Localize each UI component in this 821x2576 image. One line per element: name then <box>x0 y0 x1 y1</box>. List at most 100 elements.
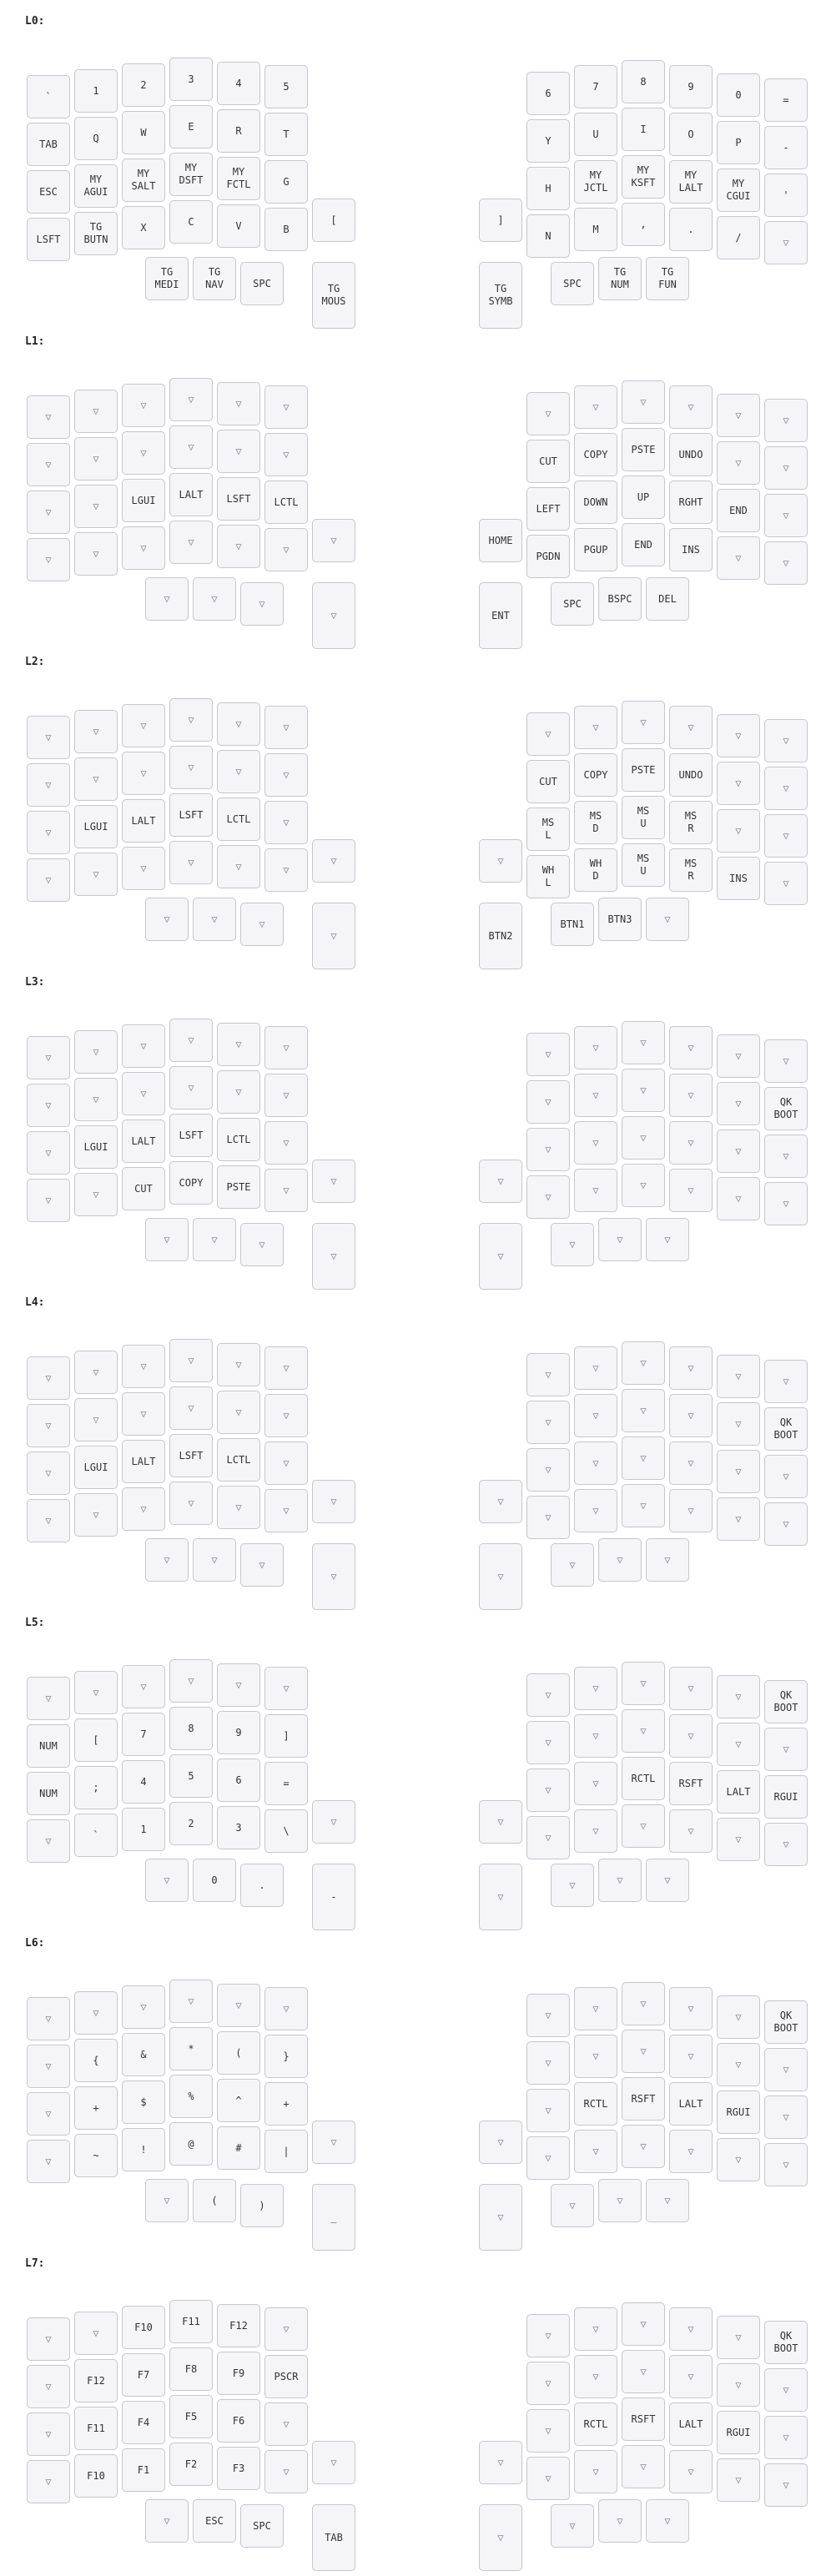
transparent-key: ▽ <box>526 2362 570 2405</box>
transparent-key: ▽ <box>764 1182 808 1225</box>
keycap: I <box>622 108 665 151</box>
keycap: CUT <box>122 1167 165 1210</box>
transparent-key: ▽ <box>764 2096 808 2139</box>
keycap: SPC <box>240 262 284 305</box>
layer-title: L5: <box>25 1617 45 1629</box>
transparent-key: ▽ <box>122 1985 165 2029</box>
transparent-key: ▽ <box>574 1809 617 1853</box>
keycap: [ <box>74 1718 118 1762</box>
transparent-key: ▽ <box>27 1819 70 1863</box>
transparent-key: ▽ <box>27 763 70 807</box>
transparent-key: ▽ <box>526 392 570 435</box>
transparent-key: ▽ <box>264 848 308 892</box>
transparent-key: ▽ <box>27 1997 70 2040</box>
keycap: QK BOOT <box>764 2321 808 2364</box>
transparent-key: ▽ <box>574 2035 617 2078</box>
transparent-key: ▽ <box>574 2450 617 2493</box>
transparent-key: ▽ <box>479 1223 522 1290</box>
transparent-key: ▽ <box>27 716 70 759</box>
transparent-key: ▽ <box>217 702 260 746</box>
keycap: LCTL <box>217 1118 260 1161</box>
keycap: LSFT <box>169 793 213 837</box>
keycap: PSTE <box>622 748 665 792</box>
transparent-key: ▽ <box>551 2504 594 2548</box>
keycap: ( <box>217 2031 260 2075</box>
keycap: ESC <box>27 170 70 214</box>
transparent-key: ▽ <box>717 809 760 853</box>
transparent-key: ▽ <box>764 2048 808 2091</box>
keycap: 3 <box>217 1806 260 1849</box>
keycap: { <box>74 2039 118 2082</box>
transparent-key: ▽ <box>646 1538 689 1582</box>
transparent-key: ▽ <box>145 2499 189 2543</box>
transparent-key: ▽ <box>217 430 260 473</box>
transparent-key: ▽ <box>669 706 713 749</box>
keycap: 8 <box>169 1707 213 1750</box>
transparent-key: ▽ <box>217 1070 260 1114</box>
keycap: / <box>717 216 760 259</box>
keycap: . <box>240 1864 284 1907</box>
transparent-key: ▽ <box>122 752 165 795</box>
keycap: F7 <box>122 2353 165 2397</box>
transparent-key: ▽ <box>622 2350 665 2393</box>
transparent-key: ▽ <box>526 1721 570 1764</box>
keycap: LCTL <box>264 480 308 524</box>
transparent-key: ▽ <box>526 1673 570 1717</box>
layer-title: L6: <box>25 1937 45 1950</box>
keycap: COPY <box>574 753 617 797</box>
transparent-key: ▽ <box>74 2312 118 2355</box>
transparent-key: ▽ <box>122 1665 165 1708</box>
transparent-key: ▽ <box>312 2441 355 2484</box>
transparent-key: ▽ <box>312 2121 355 2164</box>
transparent-key: ▽ <box>669 2355 713 2398</box>
keycap: F11 <box>169 2300 213 2343</box>
transparent-key: ▽ <box>717 1402 760 1446</box>
transparent-key: ▽ <box>764 2416 808 2459</box>
transparent-key: ▽ <box>717 1818 760 1861</box>
transparent-key: ▽ <box>27 1084 70 1127</box>
keycap: RCTL <box>622 1757 665 1800</box>
transparent-key: ▽ <box>217 525 260 568</box>
keycap: ENT <box>479 582 522 649</box>
transparent-key: ▽ <box>526 712 570 756</box>
keycap: TG SYMB <box>479 262 522 329</box>
transparent-key: ▽ <box>622 1804 665 1848</box>
layer-title: L2: <box>25 656 45 668</box>
transparent-key: ▽ <box>646 1218 689 1261</box>
transparent-key: ▽ <box>479 1480 522 1523</box>
transparent-key: ▽ <box>145 1859 189 1902</box>
keycap: RGUI <box>764 1775 808 1819</box>
keycap: 0 <box>717 73 760 117</box>
transparent-key: ▽ <box>717 1355 760 1398</box>
transparent-key: ▽ <box>669 1489 713 1532</box>
keycap: QK BOOT <box>764 2000 808 2044</box>
transparent-key: ▽ <box>574 2307 617 2351</box>
layer-5: L5: ▽ ▽ ▽ ▽ ▽ ▽ NUM[7 8 9] NUM; 4 5 6 = ▽ ` 1 2 3 \ ▽ ▽ 0. - ▽ ▽ ▽ ▽… <box>0 1617 821 1935</box>
transparent-key: ▽ <box>240 1543 284 1587</box>
transparent-key: ▽ <box>764 2368 808 2412</box>
transparent-key: ▽ <box>717 1082 760 1125</box>
transparent-key: ▽ <box>217 1391 260 1434</box>
transparent-key: ▽ <box>764 2463 808 2507</box>
transparent-key: ▽ <box>264 706 308 749</box>
keycap: WH D <box>574 848 617 892</box>
keycap: MY CGUI <box>717 169 760 212</box>
transparent-key: ▽ <box>264 753 308 797</box>
layer-title: L0: <box>25 15 45 28</box>
transparent-key: ▽ <box>169 1482 213 1525</box>
transparent-key: ▽ <box>27 1179 70 1222</box>
keycap: 9 <box>217 1711 260 1754</box>
transparent-key: ▽ <box>74 1991 118 2035</box>
transparent-key: ▽ <box>217 1486 260 1529</box>
keycap: N <box>526 214 570 258</box>
transparent-key: ▽ <box>622 1389 665 1432</box>
keycap: LGUI <box>74 805 118 848</box>
transparent-key: ▽ <box>669 1121 713 1165</box>
transparent-key: ▽ <box>264 528 308 571</box>
transparent-key: ▽ <box>526 1496 570 1539</box>
transparent-key: ▽ <box>526 2041 570 2085</box>
keycap: + <box>264 2082 308 2126</box>
keycap: CUT <box>526 440 570 483</box>
transparent-key: ▽ <box>264 1394 308 1437</box>
transparent-key: ▽ <box>622 380 665 424</box>
